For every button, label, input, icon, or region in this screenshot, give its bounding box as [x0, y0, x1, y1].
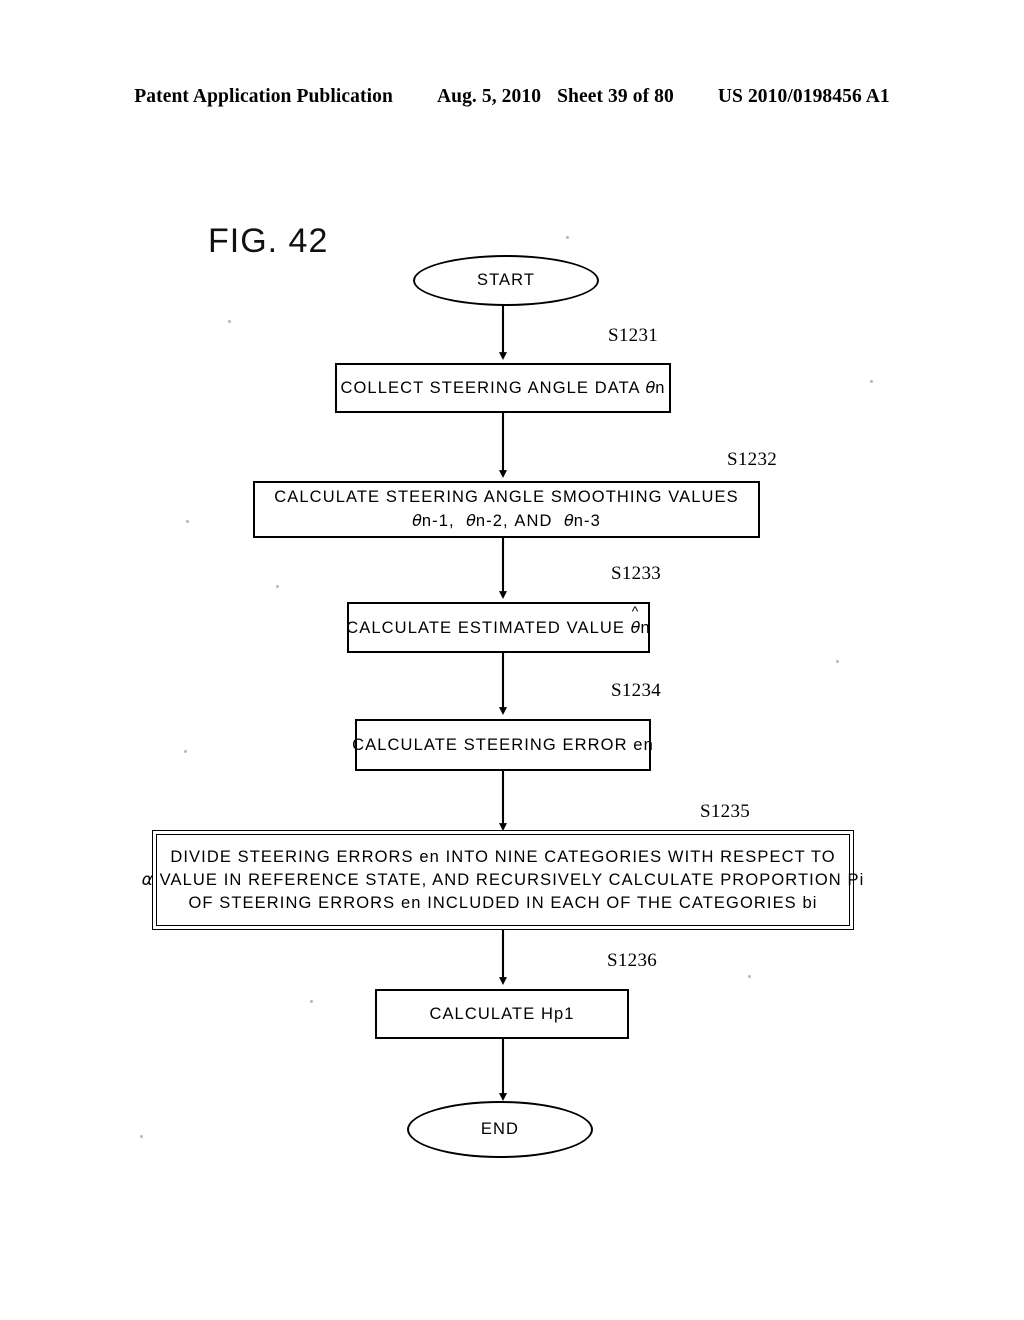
s1232-line2-c: n-3 — [573, 512, 601, 530]
start-node-label: START — [476, 271, 536, 289]
step-label-s1236: S1236 — [607, 950, 658, 971]
scan-speck — [748, 975, 751, 978]
process-node-s1233[interactable]: CALCULATE ESTIMATED VALUE ^ θn — [346, 602, 651, 653]
process-node-s1232[interactable]: CALCULATE STEERING ANGLE SMOOTHING VALUE… — [253, 481, 760, 538]
process-node-s1234[interactable]: CALCULATE STEERING ERROR en — [352, 719, 654, 771]
scan-speck — [140, 1135, 143, 1138]
theta-hat-glyph: ^ θ — [630, 604, 641, 640]
step-label-s1235: S1235 — [700, 801, 751, 822]
scan-speck — [566, 236, 569, 239]
s1232-line2-b: n-2, — [475, 512, 509, 530]
step-label-s1233: S1233 — [611, 563, 662, 584]
theta-glyph: θ — [645, 378, 656, 397]
theta-glyph: θ — [466, 511, 476, 530]
s1232-line2-a: n-1, — [421, 512, 455, 530]
step-label-s1234: S1234 — [611, 680, 662, 701]
process-node-s1233-label: CALCULATE ESTIMATED VALUE ^ θn — [346, 604, 651, 640]
flowchart-end-node[interactable]: END — [407, 1101, 593, 1158]
process-node-s1234-label: CALCULATE STEERING ERROR en — [352, 735, 654, 754]
process-node-s1232-label: CALCULATE STEERING ANGLE SMOOTHING VALUE… — [274, 486, 738, 533]
scan-speck — [310, 1000, 313, 1003]
process-node-s1235-inner-frame: DIVIDE STEERING ERRORS en INTO NINE CATE… — [142, 834, 863, 926]
process-node-s1236[interactable]: CALCULATE Hp1 — [375, 989, 629, 1039]
theta-glyph: θ — [563, 511, 574, 530]
process-node-s1231[interactable]: COLLECT STEERING ANGLE DATA θn — [335, 363, 671, 413]
s1235-line2: VALUE IN REFERENCE STATE, AND RECURSIVEL… — [159, 870, 865, 889]
flowchart-diagram: START S1231 COLLECT STEERING ANGLE DATA … — [0, 0, 1024, 1320]
alpha-glyph: α — [141, 869, 154, 890]
scan-speck — [870, 380, 873, 383]
s1233-text-post: n — [640, 618, 651, 637]
s1232-line2-and: AND — [514, 512, 553, 530]
scan-speck — [276, 585, 279, 588]
step-label-s1231: S1231 — [608, 325, 659, 346]
theta-glyph: θ — [412, 511, 422, 530]
s1231-text-pre: COLLECT STEERING ANGLE DATA — [340, 379, 646, 397]
step-label-s1232: S1232 — [727, 449, 778, 470]
scan-speck — [836, 660, 839, 663]
s1231-text-post: n — [655, 379, 666, 397]
process-node-s1236-label: CALCULATE Hp1 — [429, 1004, 575, 1023]
hat-accent: ^ — [631, 602, 640, 619]
end-node-label: END — [480, 1120, 520, 1138]
flowchart-start-node[interactable]: START — [413, 255, 599, 306]
s1232-line1: CALCULATE STEERING ANGLE SMOOTHING VALUE… — [274, 488, 739, 506]
process-node-s1231-label: COLLECT STEERING ANGLE DATA θn — [340, 376, 665, 400]
s1235-line1: DIVIDE STEERING ERRORS en INTO NINE CATE… — [170, 847, 836, 866]
process-node-s1235[interactable]: DIVIDE STEERING ERRORS en INTO NINE CATE… — [142, 830, 863, 930]
s1233-text-pre: CALCULATE ESTIMATED VALUE — [346, 618, 631, 637]
scan-speck — [228, 320, 231, 323]
scan-speck — [184, 750, 187, 753]
scan-speck — [186, 520, 189, 523]
s1235-line3: OF STEERING ERRORS en INCLUDED IN EACH O… — [188, 893, 818, 912]
theta-glyph: θ — [630, 617, 641, 637]
process-node-s1235-label: DIVIDE STEERING ERRORS en INTO NINE CATE… — [142, 846, 865, 915]
